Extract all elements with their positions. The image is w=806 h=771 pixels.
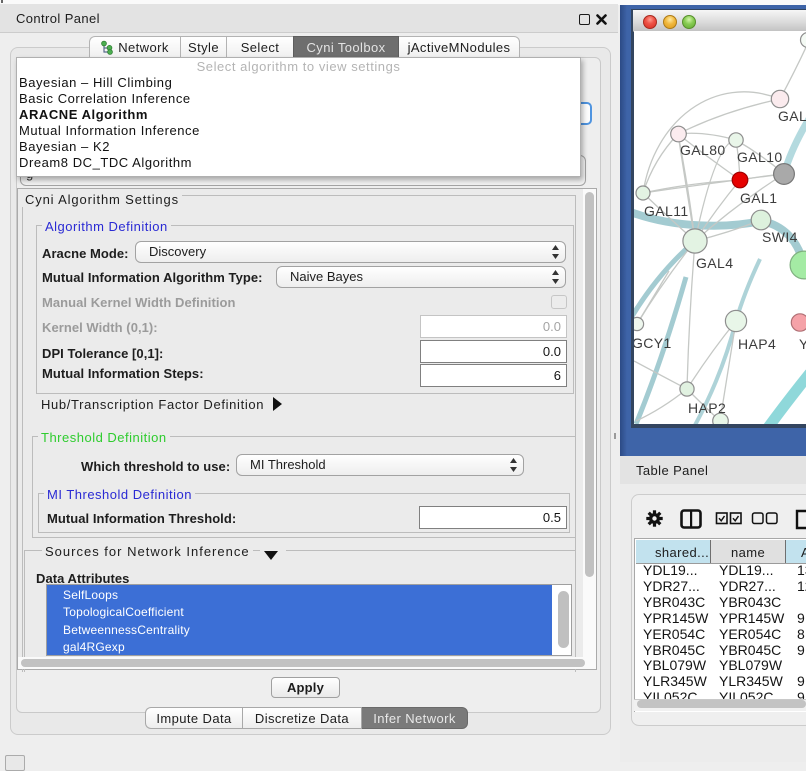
svg-text:GAL2: GAL2 [778, 108, 806, 124]
svg-text:GAL1: GAL1 [740, 190, 777, 206]
svg-text:GAL10: GAL10 [737, 149, 783, 165]
svg-text:GAL80: GAL80 [680, 142, 726, 158]
svg-text:Y: Y [799, 336, 806, 352]
svg-text:HAP4: HAP4 [738, 336, 776, 352]
svg-text:GAL11: GAL11 [644, 203, 689, 219]
svg-text:GCY1: GCY1 [634, 335, 672, 351]
svg-text:GAL4: GAL4 [696, 255, 733, 271]
svg-text:SWI4: SWI4 [762, 229, 798, 245]
svg-text:HAP2: HAP2 [688, 400, 726, 416]
